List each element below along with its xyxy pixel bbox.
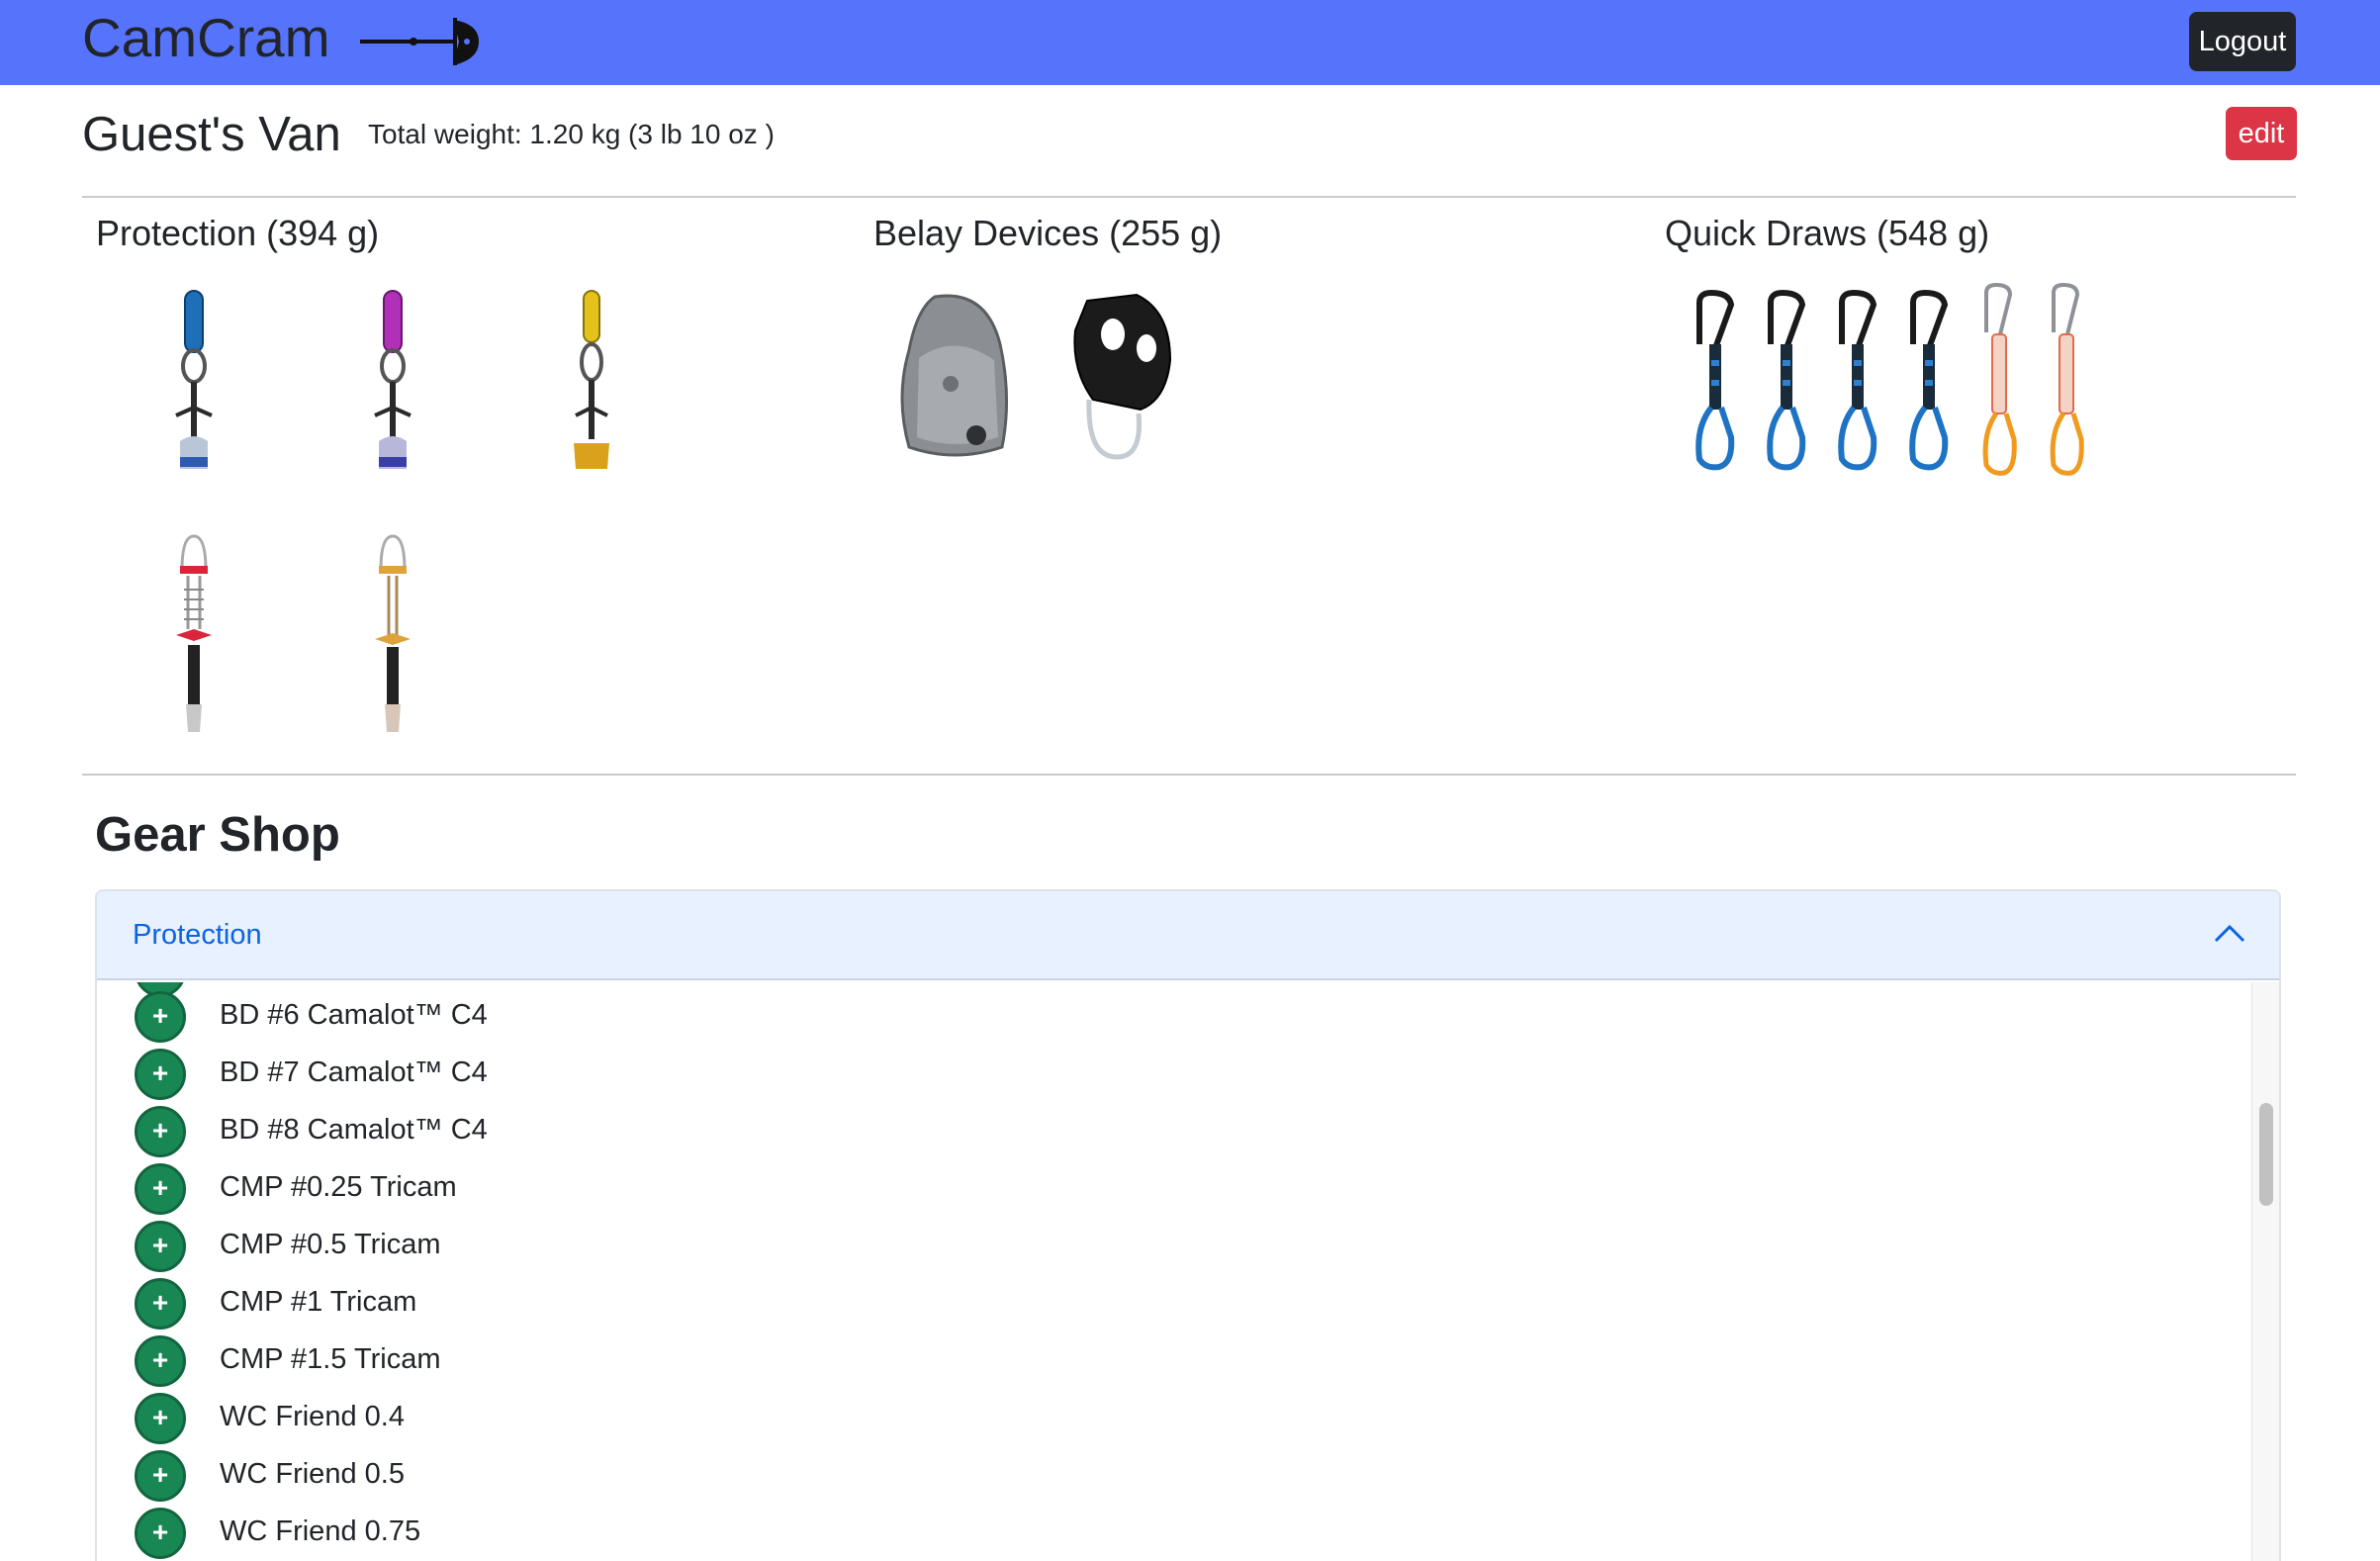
chevron-up-icon[interactable] xyxy=(2210,919,2249,949)
logout-button[interactable]: Logout xyxy=(2189,12,2296,71)
protection-section-title: Protection (394 g) xyxy=(96,213,380,253)
friend-gold-image[interactable] xyxy=(367,530,418,734)
add-button[interactable]: + xyxy=(135,1508,186,1559)
divider xyxy=(82,774,2296,776)
list-item: + WC Friend 0.75 xyxy=(97,1505,2243,1561)
quickdraw-blue-2-image[interactable] xyxy=(1761,289,1814,471)
list-item: + WC Friend 0.5 xyxy=(97,1447,2243,1505)
plus-icon: + xyxy=(151,1230,169,1260)
quickdraw-orange-1-image[interactable] xyxy=(1974,281,2024,477)
item-name: CMP #0.25 Tricam xyxy=(220,1171,457,1203)
item-name: WC Friend 0.5 xyxy=(220,1458,405,1490)
belay-section-title: Belay Devices (255 g) xyxy=(873,213,1223,253)
cam-yellow-image[interactable] xyxy=(564,283,619,475)
add-button[interactable]: + xyxy=(135,1221,186,1272)
add-button[interactable]: + xyxy=(135,1163,186,1215)
quickdraw-blue-4-image[interactable] xyxy=(1903,289,1957,471)
scrollbar-thumb[interactable] xyxy=(2259,1103,2273,1206)
add-button[interactable]: + xyxy=(135,1106,186,1157)
van-title: Guest's Van xyxy=(82,108,341,161)
item-name: WC Friend 0.4 xyxy=(220,1401,405,1432)
accordion-label: Protection xyxy=(133,919,262,951)
gear-list: + + BD #6 Camalot™ C4 + BD #7 Camalot™ C… xyxy=(97,982,2251,1561)
add-button[interactable]: + xyxy=(135,1335,186,1387)
list-item: + CMP #0.25 Tricam xyxy=(97,1160,2243,1218)
quickdraw-blue-3-image[interactable] xyxy=(1832,289,1885,471)
accordion-header[interactable]: Protection xyxy=(97,891,2279,980)
add-button[interactable]: + xyxy=(135,991,186,1043)
item-name: CMP #1 Tricam xyxy=(220,1286,417,1318)
total-weight: Total weight: 1.20 kg (3 lb 10 oz ) xyxy=(368,119,775,149)
item-name: WC Friend 0.75 xyxy=(220,1515,421,1547)
list-item: + WC Friend 0.4 xyxy=(97,1390,2243,1447)
plus-icon: + xyxy=(151,1516,169,1547)
item-name: CMP #1.5 Tricam xyxy=(220,1343,441,1375)
list-item: + BD #8 Camalot™ C4 xyxy=(97,1103,2243,1160)
cam-purple-image[interactable] xyxy=(365,283,420,475)
plus-icon: + xyxy=(151,1115,169,1146)
grigri-image[interactable] xyxy=(895,289,1012,463)
add-button[interactable]: + xyxy=(135,1393,186,1444)
atc-guide-image[interactable] xyxy=(1067,291,1174,461)
plus-icon: + xyxy=(151,1459,169,1490)
plus-icon: + xyxy=(151,1057,169,1088)
item-name: BD #8 Camalot™ C4 xyxy=(220,1114,488,1146)
list-item: + BD #7 Camalot™ C4 xyxy=(97,1046,2243,1103)
add-button[interactable]: + xyxy=(135,1278,186,1330)
scrollbar[interactable] xyxy=(2251,982,2279,1561)
plus-icon: + xyxy=(151,1287,169,1318)
item-name: BD #6 Camalot™ C4 xyxy=(220,999,488,1031)
plus-icon: + xyxy=(151,1402,169,1432)
navbar: CamCram Logout xyxy=(0,0,2380,85)
plus-icon: + xyxy=(151,1000,169,1031)
quickdraw-blue-1-image[interactable] xyxy=(1690,289,1743,471)
item-name: CMP #0.5 Tricam xyxy=(220,1229,441,1260)
list-item: + CMP #0.5 Tricam xyxy=(97,1218,2243,1275)
item-name: BD #7 Camalot™ C4 xyxy=(220,1056,488,1088)
list-item: + CMP #1 Tricam xyxy=(97,1275,2243,1332)
cam-blue-image[interactable] xyxy=(166,283,222,475)
edit-button[interactable]: edit xyxy=(2226,107,2297,160)
add-button[interactable]: + xyxy=(135,1450,186,1502)
add-button[interactable]: + xyxy=(135,1049,186,1100)
quickdraw-orange-2-image[interactable] xyxy=(2042,281,2091,477)
quickdraws-section-title: Quick Draws (548 g) xyxy=(1665,213,1990,253)
list-item: + CMP #1.5 Tricam xyxy=(97,1332,2243,1390)
plus-icon: + xyxy=(151,1172,169,1203)
list-item: + BD #6 Camalot™ C4 xyxy=(97,988,2243,1046)
protection-accordion: Protection + + BD #6 Camalot™ C4 + BD #7… xyxy=(95,889,2281,1561)
brand-name[interactable]: CamCram xyxy=(82,6,330,69)
divider xyxy=(82,196,2296,198)
gear-shop-title: Gear Shop xyxy=(95,808,340,862)
friend-red-image[interactable] xyxy=(168,530,220,734)
plus-icon: + xyxy=(151,1344,169,1375)
cam-logo-icon xyxy=(360,18,479,65)
